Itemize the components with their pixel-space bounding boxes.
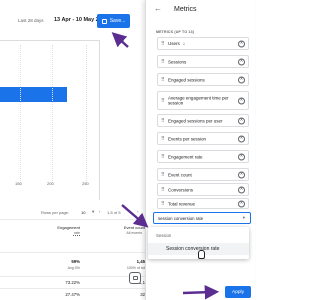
add-metric-input[interactable]: session conversion rate ▾ [153,212,251,224]
dropdown-caret-icon[interactable]: ▾ [243,215,245,221]
divider [0,276,145,277]
metric-item[interactable]: ⠿ Events per session × [157,132,249,145]
remove-circle-icon[interactable]: × [238,200,245,207]
gridline [86,45,87,185]
rows-per-page-select[interactable]: 10 [81,210,85,215]
chart-bar [0,87,67,102]
panel-title: Metrics [174,6,197,13]
total-cell: 59% [71,259,80,264]
column-header[interactable]: Engagement [57,225,80,230]
drag-handle-icon[interactable]: ⠿ [161,98,165,104]
metric-label: Events per session [168,135,207,141]
metric-label: Total revenue [168,200,196,206]
divider [0,219,145,220]
gridline [20,45,21,185]
section-label: METRICS (UP TO 13) [156,30,195,34]
column-filter[interactable]: All events [126,231,142,235]
remove-circle-icon[interactable]: × [238,153,245,160]
axis-tick: 150 [15,181,22,186]
dropdown-caret-icon[interactable]: ▾ [92,209,94,215]
drag-handle-icon[interactable]: ⠿ [161,154,165,160]
hand-cursor-icon [198,250,205,259]
total-sub-cell: 100% of tot [126,266,145,270]
pagination-range: 1-5 of 5 [107,210,121,215]
prev-page-icon[interactable]: ‹ [99,209,101,214]
column-subheader: rate [73,231,80,235]
table-cell: 27.47% [65,292,80,297]
apply-button[interactable]: Apply [225,286,251,298]
save-button[interactable]: Save... [97,14,130,28]
divider [0,252,145,253]
dropdown-option-label: Session conversion rate [166,246,220,252]
metric-item[interactable]: ⠿ Average engagement time per session × [157,91,249,110]
metric-label: Event count [168,171,192,177]
add-metric-input-value: session conversion rate [158,216,204,221]
metric-label: Average engagement time per session [168,95,229,106]
metric-item[interactable]: ⠿ Engaged sessions per user × [157,114,249,127]
metric-item[interactable]: ⠿ Total revenue × [157,198,249,209]
metric-label: Users [168,40,180,46]
report-area: Last 28 days 13 Apr - 10 May 2023 Save..… [0,0,145,300]
remove-circle-icon[interactable]: × [238,186,245,193]
metric-item[interactable]: ⠿ Engaged sessions × [157,73,249,86]
metric-item[interactable]: ⠿ Users ↓ × [157,37,249,50]
metric-item[interactable]: ⠿ Engagement rate × [157,150,249,163]
chat-button[interactable] [129,272,141,284]
metric-label: Sessions [168,58,187,64]
chart-panel [0,40,100,200]
remove-circle-icon[interactable]: × [238,135,245,142]
column-header[interactable]: Event count [124,225,145,230]
rows-per-page-label: Rows per page: [41,210,70,215]
chat-icon [132,276,138,280]
drag-handle-icon[interactable]: ⠿ [161,136,165,142]
drag-handle-icon[interactable]: ⠿ [161,201,165,207]
total-sub-cell: Avg 0% [67,266,80,270]
date-label: Last 28 days [18,18,44,23]
metric-item[interactable]: ⠿ Event count × [157,168,249,181]
drag-handle-icon[interactable]: ⠿ [161,172,165,178]
remove-circle-icon[interactable]: × [238,117,245,124]
dropdown-group-label: Session [156,233,172,238]
metric-item[interactable]: ⠿ Conversions × [157,183,249,196]
gridline [52,45,53,185]
metric-label: Engaged sessions [168,76,205,82]
save-icon [101,18,107,24]
remove-circle-icon[interactable]: × [238,58,245,65]
drag-handle-icon[interactable]: ⠿ [161,59,165,65]
save-label: Save... [109,18,126,24]
drag-handle-icon[interactable]: ⠿ [161,118,165,124]
sort-down-icon[interactable]: ↓ [183,40,186,47]
drag-handle-icon[interactable]: ⠿ [161,41,165,47]
axis-tick: 200 [47,181,54,186]
drag-handle-icon[interactable]: ⠿ [161,77,165,83]
divider [0,288,145,289]
metric-label: Engagement rate [168,153,203,159]
metric-item[interactable]: ⠿ Sessions × [157,55,249,68]
back-arrow-icon[interactable]: ← [154,5,162,13]
drag-handle-icon[interactable]: ⠿ [161,187,165,193]
metric-label: Conversions [168,186,194,192]
total-cell: 1,45 [136,259,145,264]
remove-circle-icon[interactable]: × [238,76,245,83]
axis-tick: 250 [82,181,89,186]
remove-circle-icon[interactable]: × [238,97,245,104]
table-cell: 73.22% [65,280,80,285]
next-page-icon[interactable]: › [137,209,139,214]
remove-circle-icon[interactable]: × [238,171,245,178]
screen: Last 28 days 13 Apr - 10 May 2023 Save..… [0,0,255,300]
metric-label: Engaged sessions per user [168,117,223,123]
remove-circle-icon[interactable]: × [238,40,245,47]
